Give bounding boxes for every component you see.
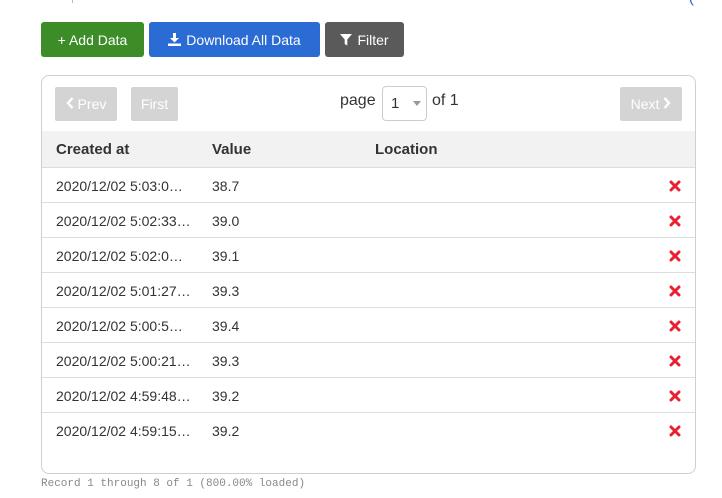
first-page-button[interactable]: First (131, 87, 178, 121)
table-body: 2020/12/02 5:03:0… 38.7 2020/12/02 5:02:… (42, 168, 695, 448)
column-header-location[interactable]: Location (375, 141, 438, 158)
cell-created-at: 2020/12/02 5:02:0… (56, 248, 183, 264)
cropped-link-fragment[interactable]: ( (689, 0, 694, 7)
delete-row-close-icon[interactable] (669, 214, 681, 227)
top-cropped-strip: ( (0, 0, 722, 6)
prev-page-label: Prev (77, 96, 107, 112)
table-header-row: Created at Value Location (42, 131, 695, 168)
table-row: 2020/12/02 5:02:33… 39.0 (42, 203, 695, 238)
cell-created-at: 2020/12/02 5:03:0… (56, 178, 183, 194)
page-select-value: 1 (391, 95, 400, 112)
table-row: 2020/12/02 5:00:21… 39.3 (42, 343, 695, 378)
cell-created-at: 2020/12/02 5:02:33… (56, 213, 191, 229)
delete-row-close-icon[interactable] (669, 389, 681, 402)
cell-value: 39.0 (212, 213, 240, 229)
delete-row-close-icon[interactable] (669, 284, 681, 297)
delete-row-close-icon[interactable] (669, 319, 681, 332)
table-row: 2020/12/02 5:02:0… 39.1 (42, 238, 695, 273)
delete-row-close-icon[interactable] (669, 354, 681, 367)
page-label: page (340, 92, 376, 109)
page-total-label: of 1 (432, 92, 459, 109)
cell-value: 38.7 (212, 178, 240, 194)
next-page-button[interactable]: Next (620, 87, 682, 121)
add-data-button[interactable]: + Add Data (41, 22, 144, 57)
caret-down-icon (413, 101, 421, 106)
chevron-right-icon (663, 96, 672, 112)
data-table-panel: Prev First page 1 of 1 Next Created at V… (41, 75, 696, 474)
add-data-label: + Add Data (57, 31, 128, 48)
first-page-label: First (140, 96, 169, 112)
next-page-label: Next (630, 96, 660, 112)
table-row: 2020/12/02 4:59:15… 39.2 (42, 413, 695, 448)
cell-created-at: 2020/12/02 4:59:48… (56, 388, 191, 404)
cell-value: 39.1 (212, 248, 240, 264)
table-row: 2020/12/02 5:01:27… 39.3 (42, 273, 695, 308)
record-count-status: Record 1 through 8 of 1 (800.00% loaded) (41, 478, 306, 490)
pagination-bar: Prev First page 1 of 1 Next (42, 76, 695, 131)
chevron-left-icon (65, 96, 74, 112)
cell-value: 39.3 (212, 283, 240, 299)
cell-value: 39.4 (212, 318, 240, 334)
prev-page-button[interactable]: Prev (55, 87, 117, 121)
cell-value: 39.2 (212, 423, 240, 439)
filter-button[interactable]: Filter (325, 22, 404, 57)
delete-row-close-icon[interactable] (669, 249, 681, 262)
column-header-value[interactable]: Value (212, 141, 251, 158)
download-icon (168, 33, 182, 46)
cell-created-at: 2020/12/02 4:59:15… (56, 423, 191, 439)
download-all-data-button[interactable]: Download All Data (149, 22, 320, 57)
delete-row-close-icon[interactable] (669, 424, 681, 437)
filter-icon (340, 33, 353, 46)
filter-label: Filter (357, 31, 389, 48)
column-header-created-at[interactable]: Created at (56, 141, 129, 158)
delete-row-close-icon[interactable] (669, 179, 681, 192)
cell-created-at: 2020/12/02 5:00:5… (56, 318, 183, 334)
page-select[interactable]: 1 (382, 86, 427, 121)
download-all-data-label: Download All Data (186, 31, 301, 48)
table-row: 2020/12/02 4:59:48… 39.2 (42, 378, 695, 413)
cell-created-at: 2020/12/02 5:01:27… (56, 283, 191, 299)
data-toolbar: + Add Data Download All Data Filter (41, 22, 404, 57)
table-row: 2020/12/02 5:00:5… 39.4 (42, 308, 695, 343)
cell-value: 39.2 (212, 388, 240, 404)
table-row: 2020/12/02 5:03:0… 38.7 (42, 168, 695, 203)
cropped-divider (72, 0, 73, 3)
cell-value: 39.3 (212, 353, 240, 369)
cell-created-at: 2020/12/02 5:00:21… (56, 353, 191, 369)
